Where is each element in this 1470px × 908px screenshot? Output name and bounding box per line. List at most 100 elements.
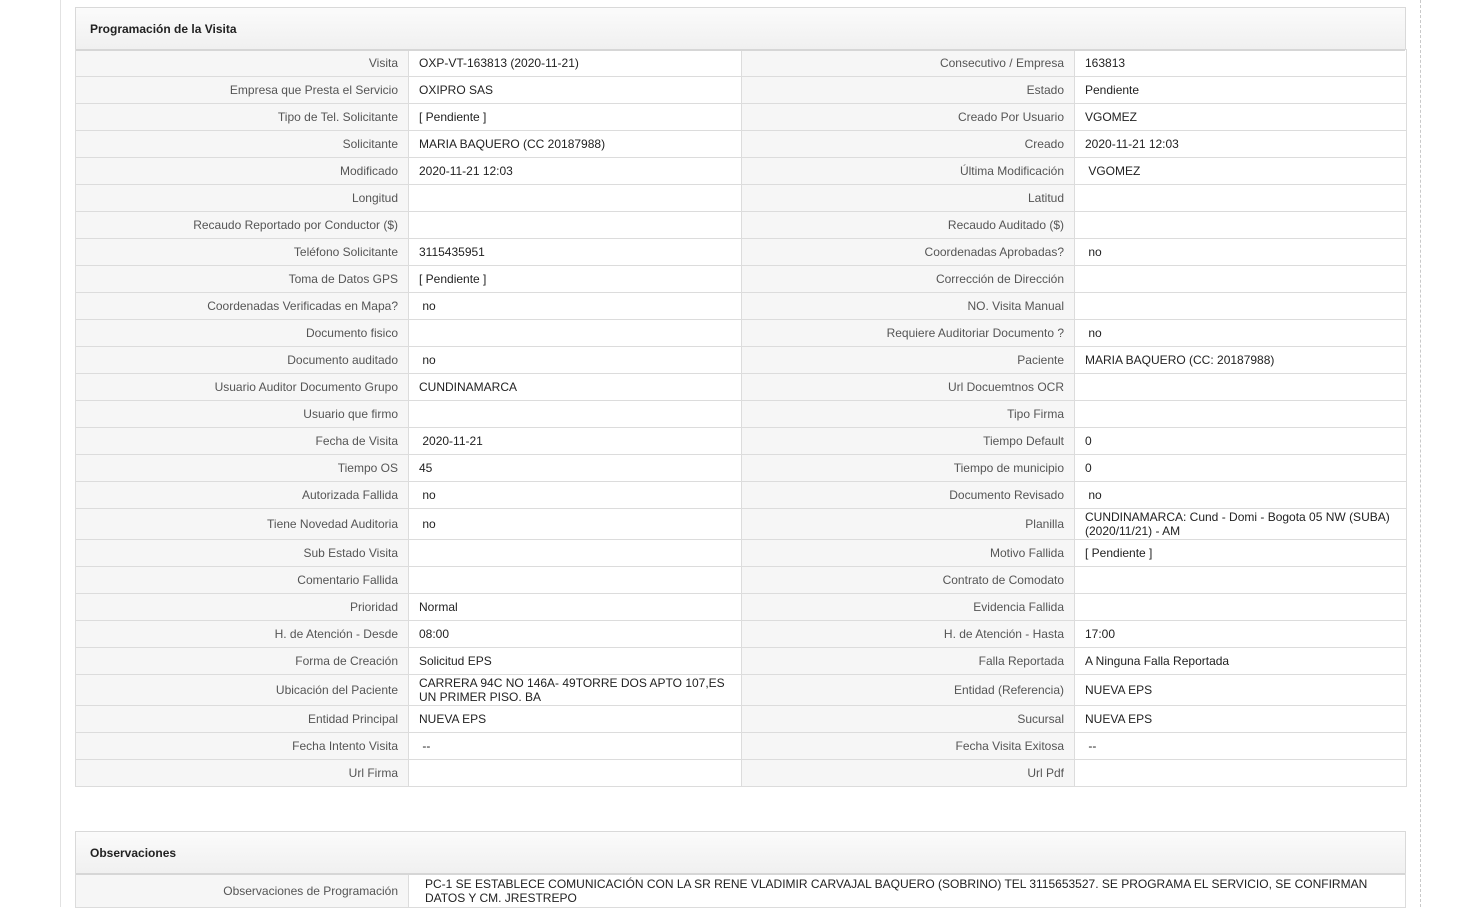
field-value: CUNDINAMARCA: Cund - Domi - Bogota 05 NW…: [1074, 508, 1407, 540]
field-label: Tiempo de municipio: [741, 454, 1075, 482]
field-label: Requiere Auditoriar Documento ?: [741, 319, 1075, 347]
field-label: Evidencia Fallida: [741, 593, 1075, 621]
field-label: Motivo Fallida: [741, 539, 1075, 567]
field-value: no: [408, 481, 742, 509]
field-value: NUEVA EPS: [408, 705, 742, 733]
field-value: no: [408, 508, 742, 540]
field-value: 163813: [1074, 49, 1407, 77]
field-label: Entidad Principal: [75, 705, 409, 733]
field-label: Sub Estado Visita: [75, 539, 409, 567]
observaciones-panel-title: Observaciones: [75, 831, 1406, 875]
field-value: 17:00: [1074, 620, 1407, 648]
field-value: [408, 566, 742, 594]
table-row: Sub Estado Visita Motivo Fallida[ Pendien…: [75, 539, 1407, 567]
field-label: Prioridad: [75, 593, 409, 621]
field-value: --: [1074, 732, 1407, 760]
field-label: Solicitante: [75, 130, 409, 158]
field-label: Sucursal: [741, 705, 1075, 733]
field-value: [1074, 759, 1407, 787]
field-value: NUEVA EPS: [1074, 705, 1407, 733]
field-value: 08:00: [408, 620, 742, 648]
field-value: 0: [1074, 427, 1407, 455]
field-value: Pendiente: [1074, 76, 1407, 104]
field-value: [1074, 566, 1407, 594]
field-label: Url Docuemtnos OCR: [741, 373, 1075, 401]
field-label: Creado Por Usuario: [741, 103, 1075, 131]
field-value: [1074, 373, 1407, 401]
field-value: [1074, 184, 1407, 212]
field-label: Consecutivo / Empresa: [741, 49, 1075, 77]
field-label: Corrección de Dirección: [741, 265, 1075, 293]
table-row: Coordenadas Verificadas en Mapa? no NO. V…: [75, 292, 1407, 320]
programacion-table: Visita OXP-VT-163813 (2020-11-21) Consecut…: [75, 49, 1407, 787]
table-row: Tiene Novedad Auditoria no Planilla CUNDIN…: [75, 508, 1407, 540]
field-label: Ubicación del Paciente: [75, 674, 409, 706]
field-label: Observaciones de Programación: [75, 873, 409, 908]
field-label: Falla Reportada: [741, 647, 1075, 675]
table-row: Solicitante MARIA BAQUERO (CC 20187988) Cr…: [75, 130, 1407, 158]
table-row: Entidad Principal NUEVA EPS Sucursal NUEVA …: [75, 705, 1407, 733]
field-value: [408, 539, 742, 567]
table-row: Url Firma Url Pdf: [75, 759, 1407, 787]
field-value: VGOMEZ: [1074, 157, 1407, 185]
field-label: H. de Atención - Desde: [75, 620, 409, 648]
field-value: no: [408, 346, 742, 374]
field-value: Solicitud EPS: [408, 647, 742, 675]
field-label: Autorizada Fallida: [75, 481, 409, 509]
field-value: [408, 759, 742, 787]
field-value: Normal: [408, 593, 742, 621]
field-label: Entidad (Referencia): [741, 674, 1075, 706]
field-label: NO. Visita Manual: [741, 292, 1075, 320]
field-label: Contrato de Comodato: [741, 566, 1075, 594]
field-value: VGOMEZ: [1074, 103, 1407, 131]
field-label: Tipo Firma: [741, 400, 1075, 428]
field-value: PC-1 SE ESTABLECE COMUNICACIÓN CON LA SR…: [408, 873, 1406, 908]
field-value: [408, 184, 742, 212]
field-value: MARIA BAQUERO (CC 20187988): [408, 130, 742, 158]
field-label: Estado: [741, 76, 1075, 104]
field-label: Usuario Auditor Documento Grupo: [75, 373, 409, 401]
field-value: --: [408, 732, 742, 760]
table-row: Ubicación del Paciente CARRERA 94C NO 146…: [75, 674, 1407, 706]
table-row: Documento fisico Requiere Auditoriar Docu…: [75, 319, 1407, 347]
table-row: Recaudo Reportado por Conductor ($) Recau…: [75, 211, 1407, 239]
field-label: Toma de Datos GPS: [75, 265, 409, 293]
observaciones-table: Observaciones de Programación PC-1 SE ES…: [75, 873, 1406, 908]
field-label: Url Firma: [75, 759, 409, 787]
programacion-panel: Programación de la Visita Visita OXP-VT-1…: [75, 7, 1407, 787]
field-label: Documento auditado: [75, 346, 409, 374]
field-value: [1074, 265, 1407, 293]
field-value: [408, 400, 742, 428]
field-label: Paciente: [741, 346, 1075, 374]
table-row: Empresa que Presta el Servicio OXIPRO SAS…: [75, 76, 1407, 104]
field-value: MARIA BAQUERO (CC: 20187988): [1074, 346, 1407, 374]
table-row: Autorizada Fallida no Documento Revisado …: [75, 481, 1407, 509]
field-value: [408, 319, 742, 347]
field-label: Tiene Novedad Auditoria: [75, 508, 409, 540]
field-label: Planilla: [741, 508, 1075, 540]
field-value: [ Pendiente ]: [408, 103, 742, 131]
field-value: OXP-VT-163813 (2020-11-21): [408, 49, 742, 77]
field-value: CUNDINAMARCA: [408, 373, 742, 401]
field-value: [1074, 593, 1407, 621]
field-value: no: [1074, 319, 1407, 347]
table-row: Forma de Creación Solicitud EPS Falla Repo…: [75, 647, 1407, 675]
field-value: [ Pendiente ]: [1074, 539, 1407, 567]
table-row: Longitud Latitud: [75, 184, 1407, 212]
field-label: Recaudo Reportado por Conductor ($): [75, 211, 409, 239]
field-value: 2020-11-21: [408, 427, 742, 455]
field-label: Coordenadas Aprobadas?: [741, 238, 1075, 266]
field-label: Teléfono Solicitante: [75, 238, 409, 266]
field-value: no: [1074, 238, 1407, 266]
field-label: Url Pdf: [741, 759, 1075, 787]
field-label: Coordenadas Verificadas en Mapa?: [75, 292, 409, 320]
field-label: Modificado: [75, 157, 409, 185]
field-label: Creado: [741, 130, 1075, 158]
field-value: 3115435951: [408, 238, 742, 266]
table-row: Modificado 2020-11-21 12:03 Última Modific…: [75, 157, 1407, 185]
field-label: Fecha Visita Exitosa: [741, 732, 1075, 760]
page-left-border: [60, 0, 61, 907]
field-value: [1074, 211, 1407, 239]
field-label: Usuario que firmo: [75, 400, 409, 428]
table-row: Usuario Auditor Documento Grupo CUNDINAMA…: [75, 373, 1407, 401]
